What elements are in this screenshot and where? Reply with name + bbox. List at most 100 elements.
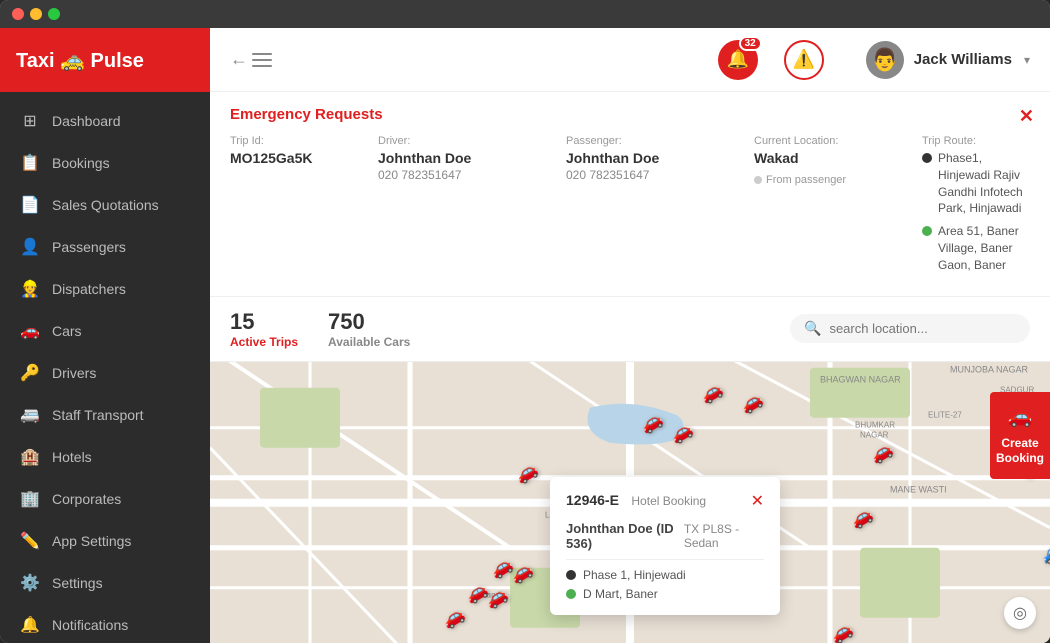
active-trips-number: 15 bbox=[230, 309, 298, 335]
sidebar-nav: ⊞ Dashboard 📋 Bookings 📄 Sales Quotation… bbox=[0, 92, 210, 643]
popup-details-row: Johnthan Doe (ID 536) TX PL8S - Sedan bbox=[566, 521, 764, 551]
sidebar-item-label: Staff Transport bbox=[52, 407, 144, 423]
sidebar-item-dispatchers[interactable]: 👷 Dispatchers bbox=[0, 268, 210, 310]
from-passenger-label: From passenger bbox=[766, 174, 846, 186]
content-area: Emergency Requests ✕ Trip Id: MO125Ga5K … bbox=[210, 92, 1050, 643]
sidebar-item-label: Bookings bbox=[52, 155, 110, 171]
emergency-grid: Trip Id: MO125Ga5K Driver: Johnthan Doe … bbox=[230, 135, 1030, 280]
popup-divider bbox=[566, 559, 764, 560]
sidebar-item-corporates[interactable]: 🏢 Corporates bbox=[0, 478, 210, 520]
sidebar-item-label: Settings bbox=[52, 575, 103, 591]
sidebar-item-settings[interactable]: ⚙️ Settings bbox=[0, 562, 210, 604]
search-icon: 🔍 bbox=[804, 320, 821, 337]
app-window: Taxi 🚕 Pulse ⊞ Dashboard 📋 Bookings 📄 Sa… bbox=[0, 0, 1050, 643]
sidebar-item-staff-transport[interactable]: 🚐 Staff Transport bbox=[0, 394, 210, 436]
sidebar-item-cars[interactable]: 🚗 Cars bbox=[0, 310, 210, 352]
sidebar-item-drivers[interactable]: 🔑 Drivers bbox=[0, 352, 210, 394]
sidebar-item-passengers[interactable]: 👤 Passengers bbox=[0, 226, 210, 268]
route-label: Trip Route: bbox=[922, 135, 1030, 147]
svg-text:BHUMKAR: BHUMKAR bbox=[855, 420, 895, 429]
available-cars-label: Available Cars bbox=[328, 335, 410, 349]
from-passenger: From passenger bbox=[754, 174, 914, 186]
driver-column: Driver: Johnthan Doe 020 782351647 bbox=[378, 135, 558, 280]
sidebar-item-label: Drivers bbox=[52, 365, 96, 381]
sidebar-item-label: Notifications bbox=[52, 617, 128, 633]
popup-id-type: 12946-E Hotel Booking bbox=[566, 492, 706, 510]
sidebar-item-label: Sales Quotations bbox=[52, 197, 159, 213]
avatar-face: 👨 bbox=[871, 47, 898, 73]
search-input[interactable] bbox=[829, 321, 1016, 336]
popup-route-stop1: Phase 1, Hinjewadi bbox=[566, 568, 764, 582]
sidebar-item-hotels[interactable]: 🏨 Hotels bbox=[0, 436, 210, 478]
notification-bell-wrapper: 🔔 32 bbox=[718, 40, 758, 80]
title-bar bbox=[0, 0, 1050, 28]
route-stop1-text: Phase1, Hinjewadi Rajiv Gandhi Infotech … bbox=[938, 150, 1030, 217]
sidebar-item-label: Corporates bbox=[52, 491, 121, 507]
create-booking-label: Create Booking bbox=[996, 436, 1044, 467]
popup-route-stop2: D Mart, Baner bbox=[566, 587, 764, 601]
passenger-name: Johnthan Doe bbox=[566, 150, 746, 166]
popup-vehicle: TX PL8S - Sedan bbox=[684, 522, 764, 550]
available-cars-number: 750 bbox=[328, 309, 410, 335]
sidebar-item-label: Passengers bbox=[52, 239, 126, 255]
location-value: Wakad bbox=[754, 150, 914, 166]
location-column: Current Location: Wakad From passenger bbox=[754, 135, 914, 280]
hamburger-button[interactable]: ← bbox=[230, 49, 272, 70]
hotels-icon: 🏨 bbox=[20, 447, 40, 467]
minimize-dot[interactable] bbox=[30, 8, 42, 20]
trip-popup: 12946-E Hotel Booking ✕ Johnthan Doe (ID… bbox=[550, 477, 780, 615]
svg-text:BHAGWAN NAGAR: BHAGWAN NAGAR bbox=[820, 374, 901, 384]
emergency-banner: Emergency Requests ✕ Trip Id: MO125Ga5K … bbox=[210, 92, 1050, 297]
maximize-dot[interactable] bbox=[48, 8, 60, 20]
svg-text:MANE WASTI: MANE WASTI bbox=[890, 484, 947, 494]
active-trips-stat: 15 Active Trips bbox=[230, 309, 298, 349]
sidebar-item-notifications[interactable]: 🔔 Notifications bbox=[0, 604, 210, 643]
trip-id-label: Trip Id: bbox=[230, 135, 370, 147]
popup-close-button[interactable]: ✕ bbox=[751, 491, 764, 511]
create-booking-button[interactable]: 🚗 Create Booking bbox=[990, 392, 1050, 479]
cars-icon: 🚗 bbox=[20, 321, 40, 341]
bookings-icon: 📋 bbox=[20, 153, 40, 173]
dashboard-icon: ⊞ bbox=[20, 111, 40, 131]
notification-badge: 32 bbox=[739, 36, 762, 51]
sidebar-item-label: Dispatchers bbox=[52, 281, 126, 297]
header: ← 🔔 32 ⚠️ 👨 bbox=[210, 28, 1050, 92]
search-box[interactable]: 🔍 bbox=[790, 314, 1030, 343]
create-booking-icon: 🚗 bbox=[1008, 404, 1033, 430]
location-label: Current Location: bbox=[754, 135, 914, 147]
trip-id-value: MO125Ga5K bbox=[230, 150, 370, 166]
emergency-close-button[interactable]: ✕ bbox=[1019, 106, 1034, 127]
main-content: ← 🔔 32 ⚠️ 👨 bbox=[210, 28, 1050, 643]
sidebar-logo: Taxi 🚕 Pulse bbox=[0, 28, 210, 92]
sidebar-item-label: Dashboard bbox=[52, 113, 121, 129]
alert-button[interactable]: ⚠️ bbox=[784, 40, 824, 80]
route-stop1: Phase1, Hinjewadi Rajiv Gandhi Infotech … bbox=[922, 150, 1030, 217]
sidebar: Taxi 🚕 Pulse ⊞ Dashboard 📋 Bookings 📄 Sa… bbox=[0, 28, 210, 643]
popup-route: Phase 1, Hinjewadi D Mart, Baner bbox=[566, 568, 764, 601]
corporates-icon: 🏢 bbox=[20, 489, 40, 509]
sidebar-item-app-settings[interactable]: ✏️ App Settings bbox=[0, 520, 210, 562]
avatar: 👨 bbox=[866, 41, 904, 79]
popup-header: 12946-E Hotel Booking ✕ bbox=[566, 491, 764, 511]
sidebar-item-dashboard[interactable]: ⊞ Dashboard bbox=[0, 100, 210, 142]
active-trips-label: Active Trips bbox=[230, 335, 298, 349]
popup-stop1-text: Phase 1, Hinjewadi bbox=[583, 568, 686, 582]
passenger-phone: 020 782351647 bbox=[566, 168, 746, 182]
passengers-icon: 👤 bbox=[20, 237, 40, 257]
popup-trip-type: Hotel Booking bbox=[631, 494, 706, 508]
sidebar-item-sales-quotations[interactable]: 📄 Sales Quotations bbox=[0, 184, 210, 226]
route-stop2: Area 51, Baner Village, Baner Gaon, Bane… bbox=[922, 223, 1030, 273]
notifications-icon: 🔔 bbox=[20, 615, 40, 635]
driver-phone: 020 782351647 bbox=[378, 168, 558, 182]
svg-text:MUNJOBA NAGAR: MUNJOBA NAGAR bbox=[950, 364, 1029, 374]
available-cars-stat: 750 Available Cars bbox=[328, 309, 410, 349]
map-header: 15 Active Trips 750 Available Cars 🔍 bbox=[210, 297, 1050, 362]
user-menu[interactable]: 👨 Jack Williams ▾ bbox=[866, 41, 1030, 79]
passenger-column: Passenger: Johnthan Doe 020 782351647 bbox=[566, 135, 746, 280]
compass-button[interactable]: ◎ bbox=[1004, 597, 1036, 629]
popup-dot1 bbox=[566, 570, 576, 580]
close-dot[interactable] bbox=[12, 8, 24, 20]
settings-icon: ⚙️ bbox=[20, 573, 40, 593]
emergency-title: Emergency Requests bbox=[230, 106, 1030, 123]
sidebar-item-bookings[interactable]: 📋 Bookings bbox=[0, 142, 210, 184]
